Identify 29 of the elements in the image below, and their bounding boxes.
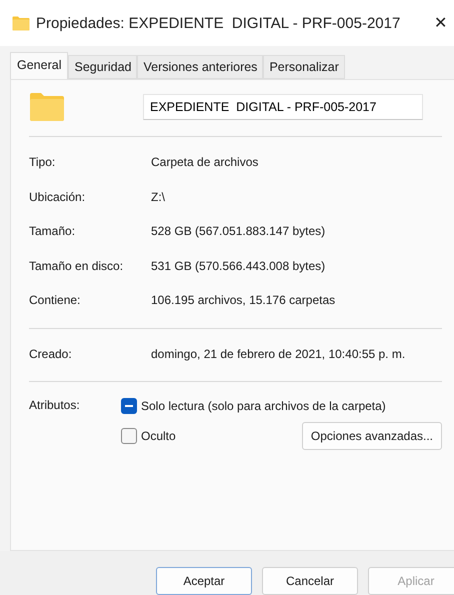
property-label: Tamaño en disco: bbox=[29, 258, 124, 273]
checkbox[interactable] bbox=[121, 398, 137, 414]
property-label: Tamaño: bbox=[29, 224, 76, 238]
advanced-options-button[interactable]: Opciones avanzadas... bbox=[302, 422, 442, 450]
property-value: Carpeta de archivos bbox=[151, 155, 260, 170]
checkbox-label: Oculto bbox=[141, 429, 176, 443]
tab[interactable]: Versiones anteriores bbox=[137, 55, 264, 79]
tab[interactable]: Personalizar bbox=[263, 55, 345, 79]
property-value: Z:\ bbox=[151, 190, 166, 204]
property-value: domingo, 21 de febrero de 2021, 10:40:55 p. m. bbox=[151, 346, 406, 361]
attributes-label: Atributos: bbox=[29, 398, 81, 414]
window-title: Propiedades: EXPEDIENTE DIGITAL - PRF-005-2017 bbox=[36, 14, 402, 32]
name-field[interactable]: EXPEDIENTE DIGITAL - PRF-005-2017 bbox=[143, 94, 423, 120]
dialog-button[interactable]: Cancelar bbox=[262, 567, 358, 595]
folder-icon bbox=[29, 92, 65, 122]
property-value: 106.195 archivos, 15.176 carpetas bbox=[151, 293, 336, 308]
property-value: 531 GB (570.566.443.008 bytes) bbox=[151, 258, 326, 273]
dialog-button[interactable]: Aceptar bbox=[156, 567, 252, 595]
tab[interactable]: Seguridad bbox=[68, 55, 138, 79]
property-label: Ubicación: bbox=[29, 190, 86, 204]
checkbox[interactable] bbox=[121, 428, 137, 444]
property-label: Tipo: bbox=[29, 155, 56, 170]
property-label: Creado: bbox=[29, 346, 73, 361]
close-button[interactable]: ✕ bbox=[434, 13, 454, 33]
property-value: 528 GB (567.051.883.147 bytes) bbox=[151, 224, 326, 238]
checkbox-label: Solo lectura (solo para archivos de la carpeta) bbox=[141, 399, 386, 413]
folder-icon bbox=[12, 16, 30, 30]
property-label: Contiene: bbox=[29, 293, 82, 308]
tab[interactable]: General bbox=[10, 52, 68, 79]
